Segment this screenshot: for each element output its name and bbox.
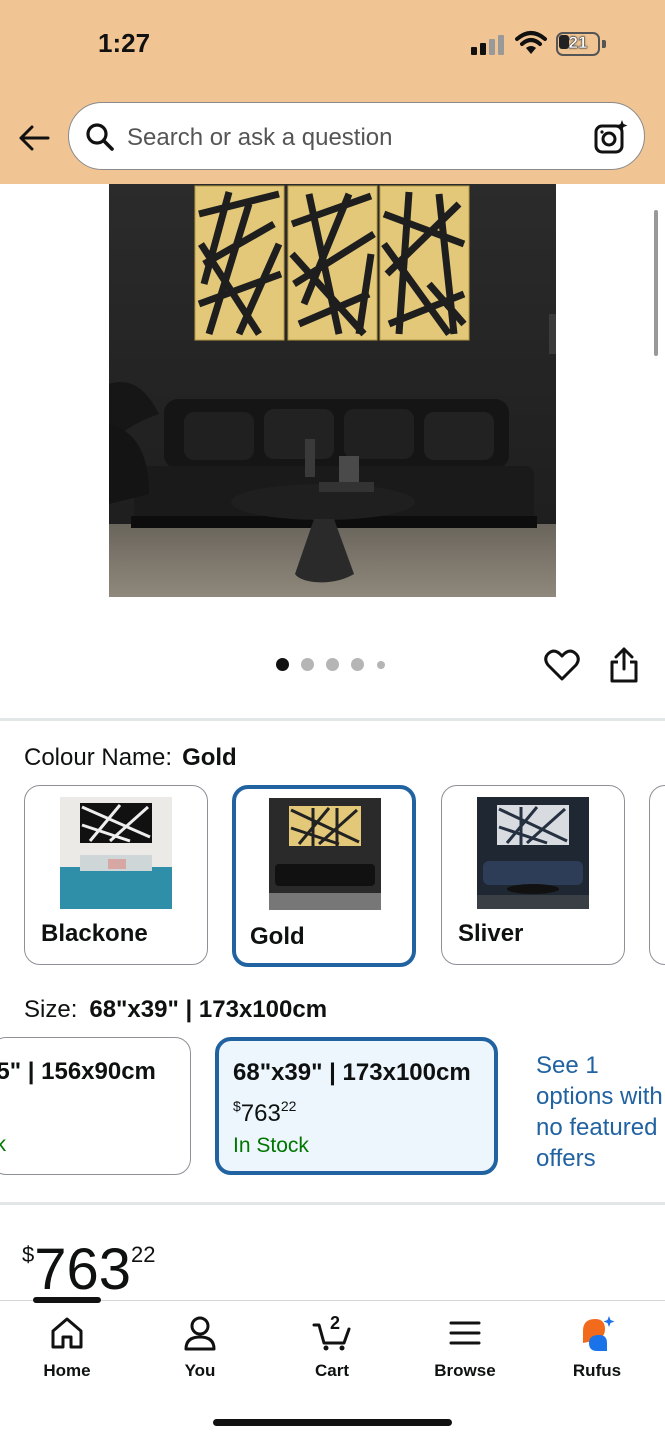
back-arrow-icon[interactable] [16, 120, 52, 156]
cellular-signal-icon [471, 33, 505, 55]
swatch-label: Sliver [458, 920, 524, 947]
selected-colour: Gold [182, 744, 237, 771]
colour-swatch-more[interactable] [649, 785, 665, 965]
size-label: Size: 68"x39" | 173x100cm [24, 996, 328, 1023]
see-more-options-link[interactable]: See 1 options with no featured offers [536, 1050, 665, 1174]
search-input[interactable]: Search or ask a question [127, 124, 393, 152]
status-time: 1:27 [98, 28, 151, 58]
cart-count-badge: 2 [330, 1313, 341, 1333]
wifi-icon [515, 31, 547, 54]
size-option-title: 68"x39" | 173x100cm [233, 1059, 471, 1086]
colour-swatch-blackone[interactable]: Blackone [24, 785, 208, 965]
size-option-card-selected[interactable]: 68"x39" | 173x100cm $76322 In Stock [215, 1037, 498, 1175]
person-icon [184, 1316, 216, 1351]
active-tab-indicator [33, 1297, 101, 1303]
product-photo [109, 184, 556, 597]
size-option-price: $76322 [233, 1098, 297, 1127]
share-icon[interactable] [607, 646, 641, 684]
camera-lens-icon[interactable] [593, 119, 629, 155]
size-option-stock: ck [0, 1133, 6, 1157]
colour-label: Colour Name: Gold [24, 744, 237, 771]
size-option-price: 96 [0, 1098, 1, 1114]
size-option-stock: In Stock [233, 1134, 309, 1157]
battery-level: 21 [568, 33, 588, 52]
size-option-title: 55" | 156x90cm [0, 1058, 156, 1085]
swatch-image [60, 797, 172, 909]
size-option-card[interactable]: 55" | 156x90cm 96 ck [0, 1037, 191, 1175]
divider [0, 1202, 665, 1205]
product-price: $76322 [22, 1237, 156, 1302]
colour-swatch-gold[interactable]: Gold [232, 785, 416, 967]
selected-size: 68"x39" | 173x100cm [89, 996, 328, 1023]
swatch-label: Blackone [41, 920, 148, 947]
search-icon [86, 123, 114, 151]
swatch-image [269, 798, 381, 910]
battery-icon: 21 [556, 32, 606, 56]
nav-rufus[interactable]: Rufus [547, 1313, 647, 1383]
nav-you[interactable]: You [150, 1313, 250, 1383]
nav-browse[interactable]: Browse [415, 1313, 515, 1383]
divider [0, 718, 665, 721]
home-icon [51, 1317, 83, 1349]
rufus-icon [583, 1316, 615, 1351]
nav-home[interactable]: Home [17, 1313, 117, 1383]
product-image[interactable] [109, 184, 556, 597]
swatch-label: Gold [250, 923, 305, 950]
scroll-indicator [654, 210, 658, 356]
menu-icon [449, 1321, 481, 1345]
app-header: 1:27 21 Search or ask a question [0, 0, 665, 184]
home-indicator [213, 1419, 452, 1426]
colour-swatch-sliver[interactable]: Sliver [441, 785, 625, 965]
nav-cart[interactable]: 2 Cart [282, 1313, 382, 1383]
heart-icon[interactable] [544, 648, 580, 682]
swatch-image [477, 797, 589, 909]
search-bar[interactable]: Search or ask a question [68, 102, 645, 170]
